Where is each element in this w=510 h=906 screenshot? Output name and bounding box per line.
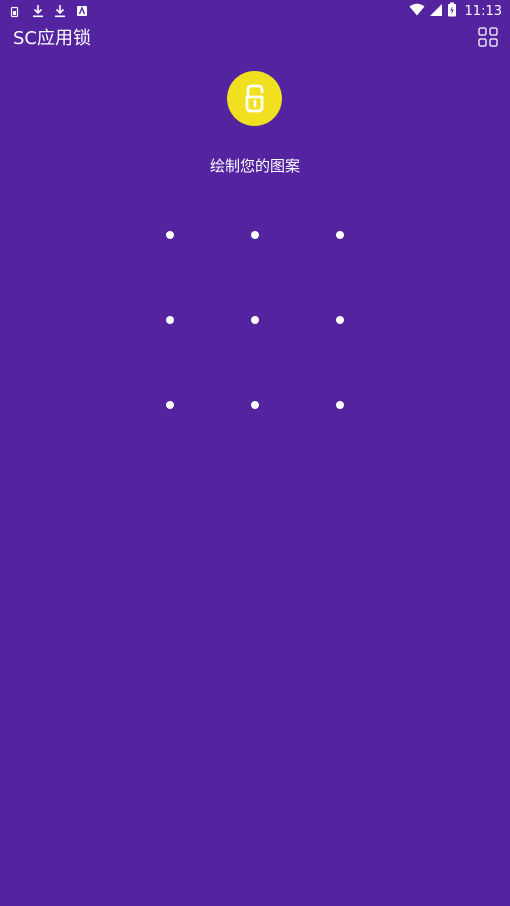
pattern-dot: [336, 316, 344, 324]
pattern-cell[interactable]: [220, 200, 290, 270]
pattern-dot: [166, 231, 174, 239]
pattern-dot: [336, 231, 344, 239]
app-lock-screen: 11:13 SC应用锁 绘制您的图案: [0, 0, 510, 906]
pattern-lock-grid[interactable]: [0, 0, 510, 906]
pattern-cell[interactable]: [135, 370, 205, 440]
pattern-cell[interactable]: [305, 285, 375, 355]
pattern-cell[interactable]: [135, 200, 205, 270]
pattern-cell[interactable]: [305, 370, 375, 440]
pattern-cell[interactable]: [220, 285, 290, 355]
pattern-cell[interactable]: [305, 200, 375, 270]
pattern-dot: [251, 316, 259, 324]
pattern-dot: [251, 401, 259, 409]
pattern-dot: [166, 401, 174, 409]
pattern-cell[interactable]: [220, 370, 290, 440]
pattern-cell[interactable]: [135, 285, 205, 355]
pattern-dot: [251, 231, 259, 239]
pattern-dot: [166, 316, 174, 324]
pattern-dot: [336, 401, 344, 409]
